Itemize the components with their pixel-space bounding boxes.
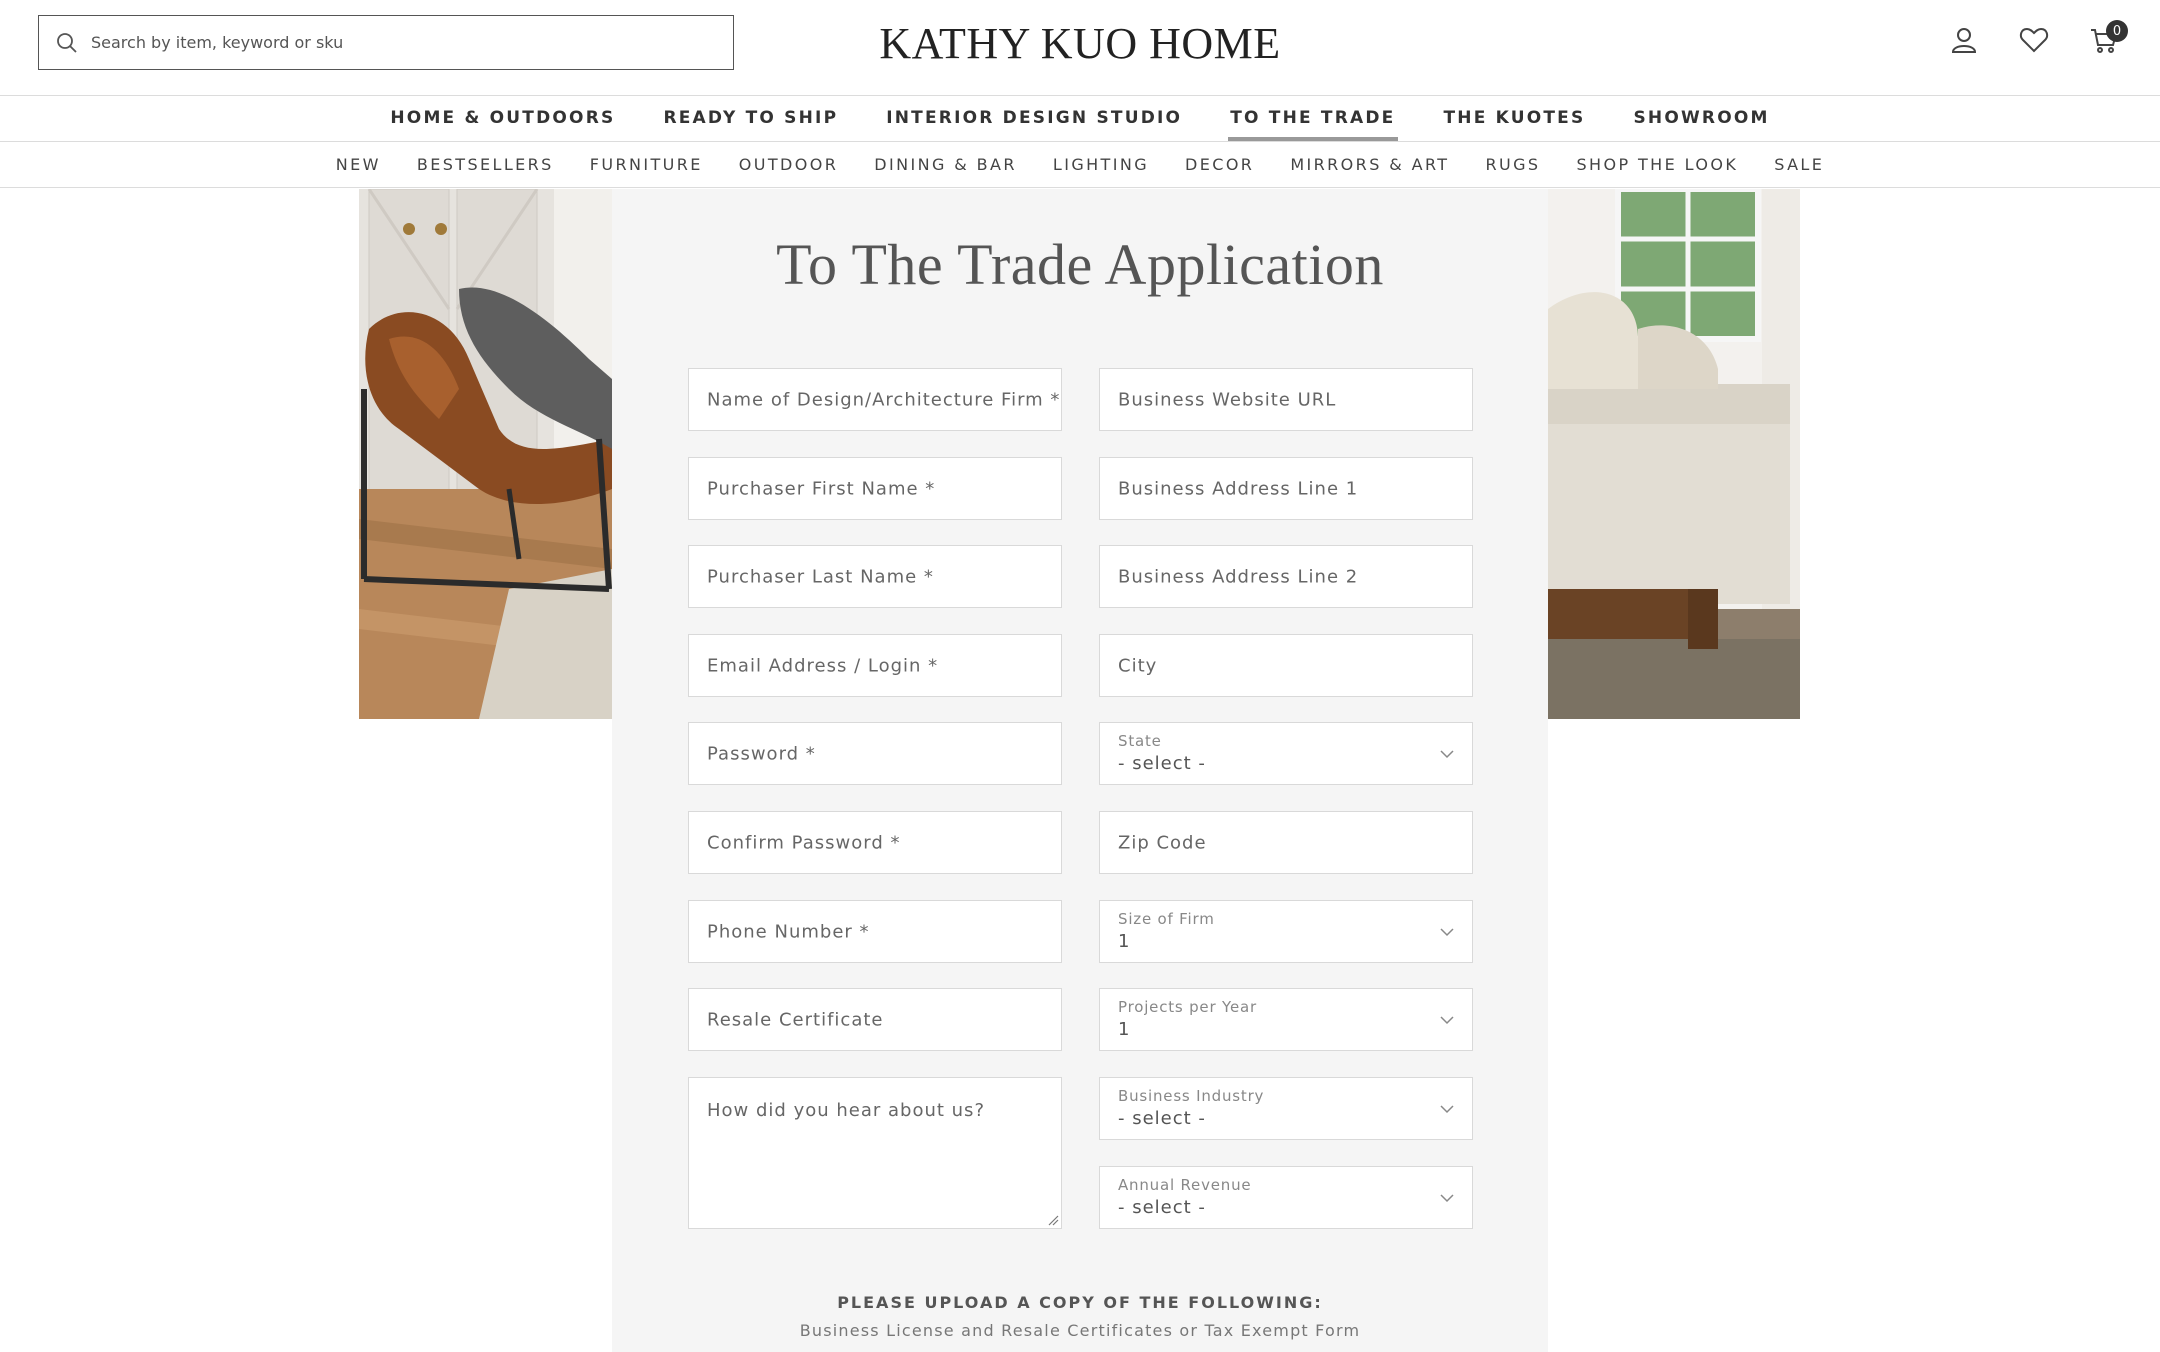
resale-certificate-field[interactable]: Resale Certificate <box>688 988 1062 1051</box>
website-field[interactable]: Business Website URL <box>1099 368 1473 431</box>
first-name-placeholder: Purchaser First Name * <box>707 478 936 499</box>
confirm-password-placeholder: Confirm Password * <box>707 832 901 853</box>
category-furniture[interactable]: FURNITURE <box>572 142 721 187</box>
heart-icon[interactable] <box>2018 24 2050 56</box>
category-dining-bar[interactable]: DINING & BAR <box>856 142 1035 187</box>
firm-size-label: Size of Firm <box>1118 910 1215 928</box>
firm-size-select[interactable]: Size of Firm 1 <box>1099 900 1473 963</box>
website-placeholder: Business Website URL <box>1118 389 1337 410</box>
annual-revenue-select[interactable]: Annual Revenue - select - <box>1099 1166 1473 1229</box>
hear-about-us-placeholder: How did you hear about us? <box>707 1100 985 1121</box>
hear-about-us-textarea[interactable]: How did you hear about us? <box>688 1077 1062 1229</box>
category-navigation: NEW BESTSELLERS FURNITURE OUTDOOR DINING… <box>0 142 2160 188</box>
city-placeholder: City <box>1118 655 1158 676</box>
leather-chair-photo <box>359 189 612 719</box>
search-input[interactable] <box>91 33 691 52</box>
site-header: KATHY KUO HOME 0 <box>0 0 2160 96</box>
annual-revenue-value: - select - <box>1118 1197 1206 1218</box>
nav-interior-design-studio[interactable]: INTERIOR DESIGN STUDIO <box>862 96 1206 141</box>
password-placeholder: Password * <box>707 743 816 764</box>
address-line-2-placeholder: Business Address Line 2 <box>1118 566 1359 587</box>
chevron-down-icon <box>1440 1194 1454 1203</box>
category-lighting[interactable]: LIGHTING <box>1035 142 1167 187</box>
firm-name-field[interactable]: Name of Design/Architecture Firm * <box>688 368 1062 431</box>
address-line-1-placeholder: Business Address Line 1 <box>1118 478 1359 499</box>
last-name-field[interactable]: Purchaser Last Name * <box>688 545 1062 608</box>
upload-description: Business License and Resale Certificates… <box>799 1321 1361 1340</box>
header-actions: 0 <box>1948 20 2128 56</box>
upload-heading: PLEASE UPLOAD A COPY OF THE FOLLOWING: <box>837 1293 1323 1312</box>
trade-application-panel: To The Trade Application Name of Design/… <box>612 189 1548 1352</box>
phone-placeholder: Phone Number * <box>707 921 870 942</box>
nav-ready-to-ship[interactable]: READY TO SHIP <box>639 96 862 141</box>
category-outdoor[interactable]: OUTDOOR <box>721 142 857 187</box>
firm-size-value: 1 <box>1118 931 1131 952</box>
chevron-down-icon <box>1440 1105 1454 1114</box>
nav-the-kuotes[interactable]: THE KUOTES <box>1420 96 1610 141</box>
search-bar[interactable] <box>38 15 734 70</box>
zip-code-placeholder: Zip Code <box>1118 832 1207 853</box>
chevron-down-icon <box>1440 1016 1454 1025</box>
business-industry-value: - select - <box>1118 1108 1206 1129</box>
city-field[interactable]: City <box>1099 634 1473 697</box>
projects-per-year-label: Projects per Year <box>1118 998 1257 1016</box>
firm-name-placeholder: Name of Design/Architecture Firm * <box>707 389 1061 410</box>
phone-field[interactable]: Phone Number * <box>688 900 1062 963</box>
category-mirrors-art[interactable]: MIRRORS & ART <box>1272 142 1467 187</box>
resize-handle-icon[interactable] <box>1047 1214 1059 1226</box>
nav-showroom[interactable]: SHOWROOM <box>1609 96 1793 141</box>
address-line-1-field[interactable]: Business Address Line 1 <box>1099 457 1473 520</box>
site-logo[interactable]: KATHY KUO HOME <box>800 18 1360 69</box>
cart-icon[interactable]: 0 <box>2088 20 2128 56</box>
confirm-password-field[interactable]: Confirm Password * <box>688 811 1062 874</box>
search-icon <box>57 32 77 53</box>
category-sale[interactable]: SALE <box>1756 142 1842 187</box>
nav-home-outdoors[interactable]: HOME & OUTDOORS <box>366 96 639 141</box>
email-placeholder: Email Address / Login * <box>707 655 939 676</box>
cart-count-badge: 0 <box>2106 20 2128 42</box>
business-industry-label: Business Industry <box>1118 1087 1265 1105</box>
category-shop-the-look[interactable]: SHOP THE LOOK <box>1558 142 1756 187</box>
password-field[interactable]: Password * <box>688 722 1062 785</box>
email-field[interactable]: Email Address / Login * <box>688 634 1062 697</box>
projects-per-year-select[interactable]: Projects per Year 1 <box>1099 988 1473 1051</box>
category-rugs[interactable]: RUGS <box>1467 142 1558 187</box>
chevron-down-icon <box>1440 750 1454 759</box>
projects-per-year-value: 1 <box>1118 1019 1131 1040</box>
category-bestsellers[interactable]: BESTSELLERS <box>399 142 572 187</box>
annual-revenue-label: Annual Revenue <box>1118 1176 1252 1194</box>
nav-to-the-trade[interactable]: TO THE TRADE <box>1206 96 1419 141</box>
state-value: - select - <box>1118 753 1206 774</box>
page-title: To The Trade Application <box>776 232 1384 297</box>
primary-navigation: HOME & OUTDOORS READY TO SHIP INTERIOR D… <box>0 96 2160 142</box>
state-select[interactable]: State - select - <box>1099 722 1473 785</box>
first-name-field[interactable]: Purchaser First Name * <box>688 457 1062 520</box>
business-industry-select[interactable]: Business Industry - select - <box>1099 1077 1473 1140</box>
last-name-placeholder: Purchaser Last Name * <box>707 566 934 587</box>
category-new[interactable]: NEW <box>318 142 399 187</box>
user-icon[interactable] <box>1948 24 1980 56</box>
zip-code-field[interactable]: Zip Code <box>1099 811 1473 874</box>
resale-certificate-placeholder: Resale Certificate <box>707 1009 884 1030</box>
category-decor[interactable]: DECOR <box>1167 142 1272 187</box>
address-line-2-field[interactable]: Business Address Line 2 <box>1099 545 1473 608</box>
chevron-down-icon <box>1440 928 1454 937</box>
state-label: State <box>1118 732 1162 750</box>
sofa-photo <box>1548 189 1800 719</box>
